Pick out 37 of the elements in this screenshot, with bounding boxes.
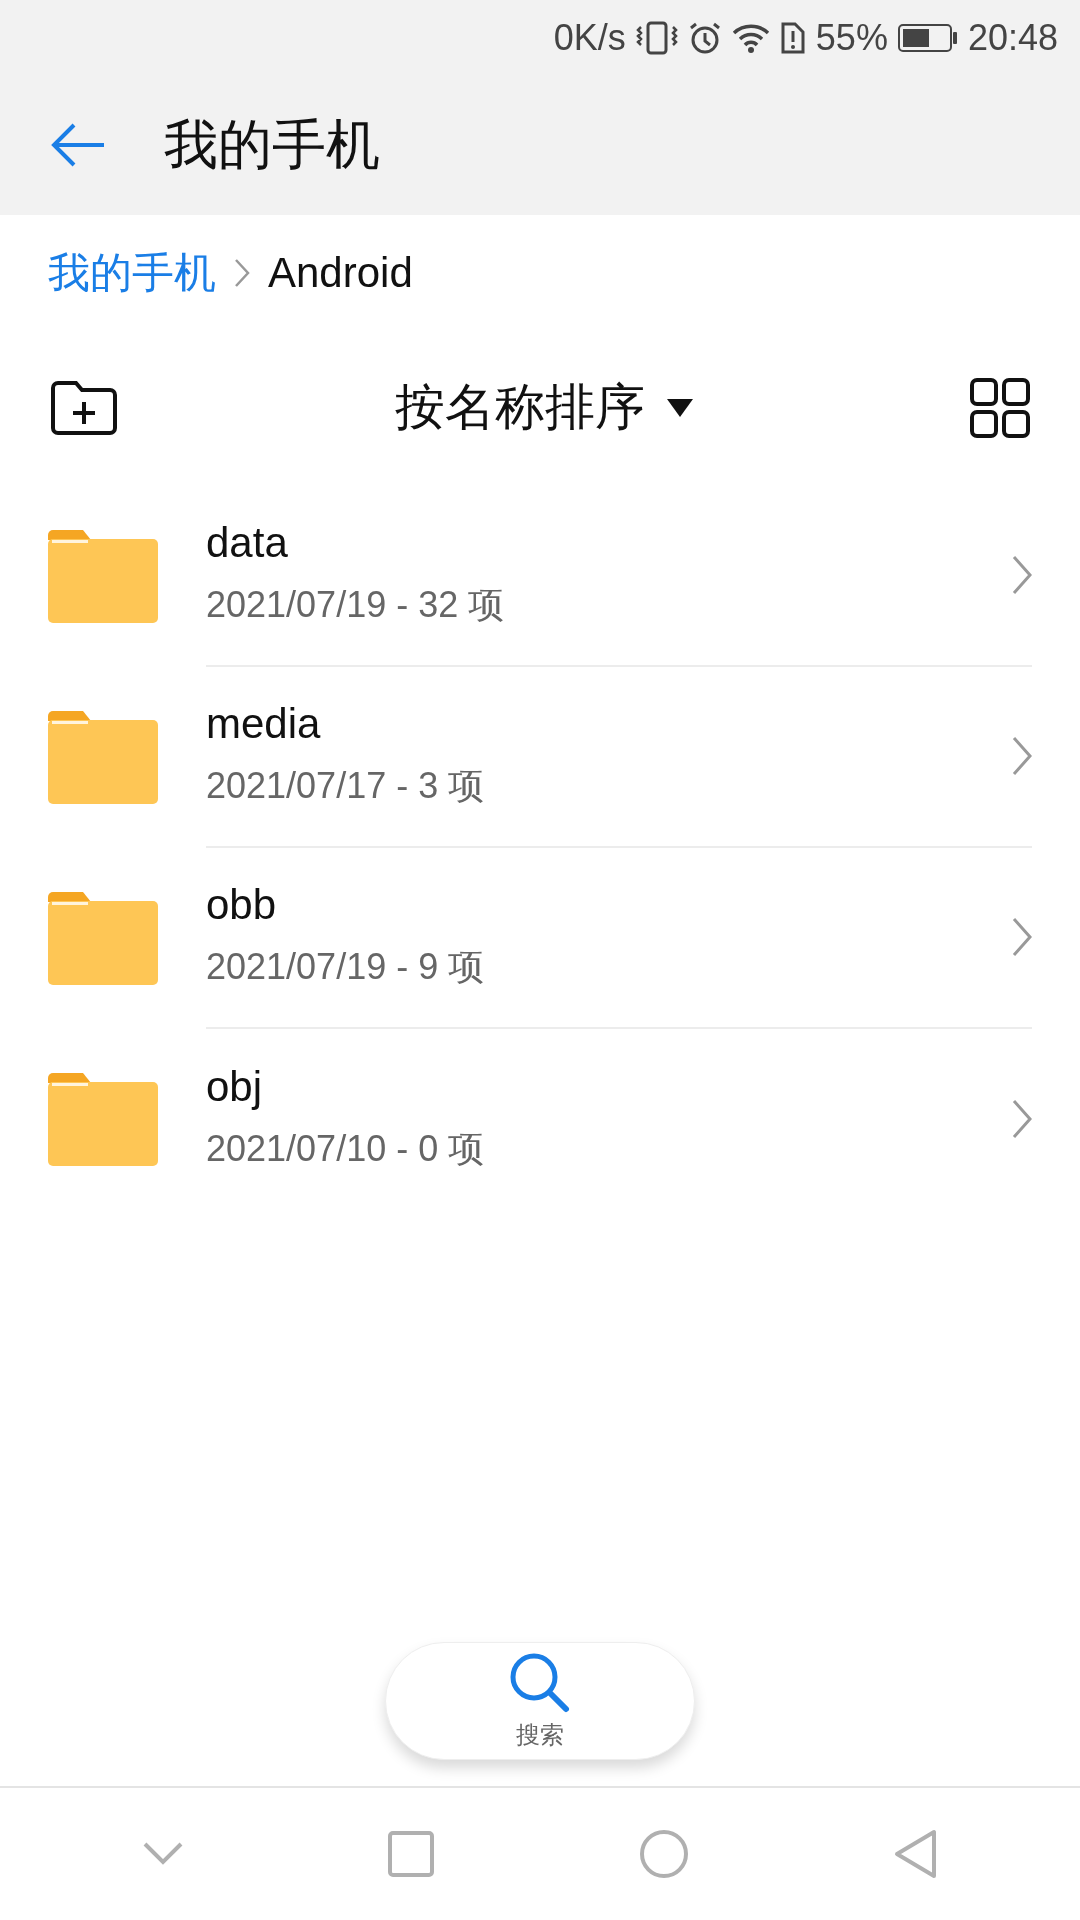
folder-name[interactable]: data: [206, 519, 1012, 567]
chevron-down-icon[interactable]: [142, 1842, 183, 1866]
chevron-right-icon[interactable]: [1012, 554, 1032, 595]
folder-name[interactable]: media: [206, 700, 1012, 748]
folder-icon: [48, 709, 158, 804]
folder-name[interactable]: obb: [206, 881, 1012, 929]
folder-icon: [48, 890, 158, 985]
search-icon: [508, 1651, 572, 1715]
back-triangle-icon[interactable]: [893, 1829, 938, 1879]
battery-icon: [897, 22, 958, 53]
search-button[interactable]: 搜索: [385, 1642, 695, 1760]
vibrate-icon: [635, 20, 678, 55]
folder-details: 2021/07/17 - 3 项: [206, 764, 486, 808]
folder-name[interactable]: obj: [206, 1063, 1012, 1111]
new-folder-icon[interactable]: [50, 379, 118, 436]
folder-details: 2021/07/19 - 9 项: [206, 945, 486, 989]
page-title: 我的手机: [164, 112, 380, 176]
network-speed: 0K/s: [553, 16, 626, 59]
alarm-icon: [687, 20, 722, 55]
sim-alert-icon: [779, 20, 806, 55]
chevron-right-icon[interactable]: [1012, 1098, 1032, 1139]
folder-details: 2021/07/19 - 32 项: [206, 583, 506, 627]
recents-square-icon[interactable]: [387, 1831, 434, 1877]
sort-dropdown[interactable]: 按名称排序: [395, 374, 693, 441]
breadcrumb-item[interactable]: Android: [268, 248, 413, 297]
folder-icon: [48, 1071, 158, 1166]
folder-details: 2021/07/10 - 0 项: [206, 1127, 486, 1171]
caret-icon: [667, 398, 693, 417]
chevron-right-icon[interactable]: [1012, 735, 1032, 776]
clock-time: 20:48: [967, 16, 1058, 59]
chevron-right-icon: [234, 257, 250, 288]
folder-icon: [48, 528, 158, 623]
home-circle-icon[interactable]: [638, 1829, 689, 1879]
breadcrumb-item[interactable]: 我的手机: [48, 244, 216, 301]
chevron-right-icon[interactable]: [1012, 916, 1032, 957]
grid-view-icon[interactable]: [970, 377, 1030, 438]
battery-percent: 55%: [815, 16, 888, 59]
